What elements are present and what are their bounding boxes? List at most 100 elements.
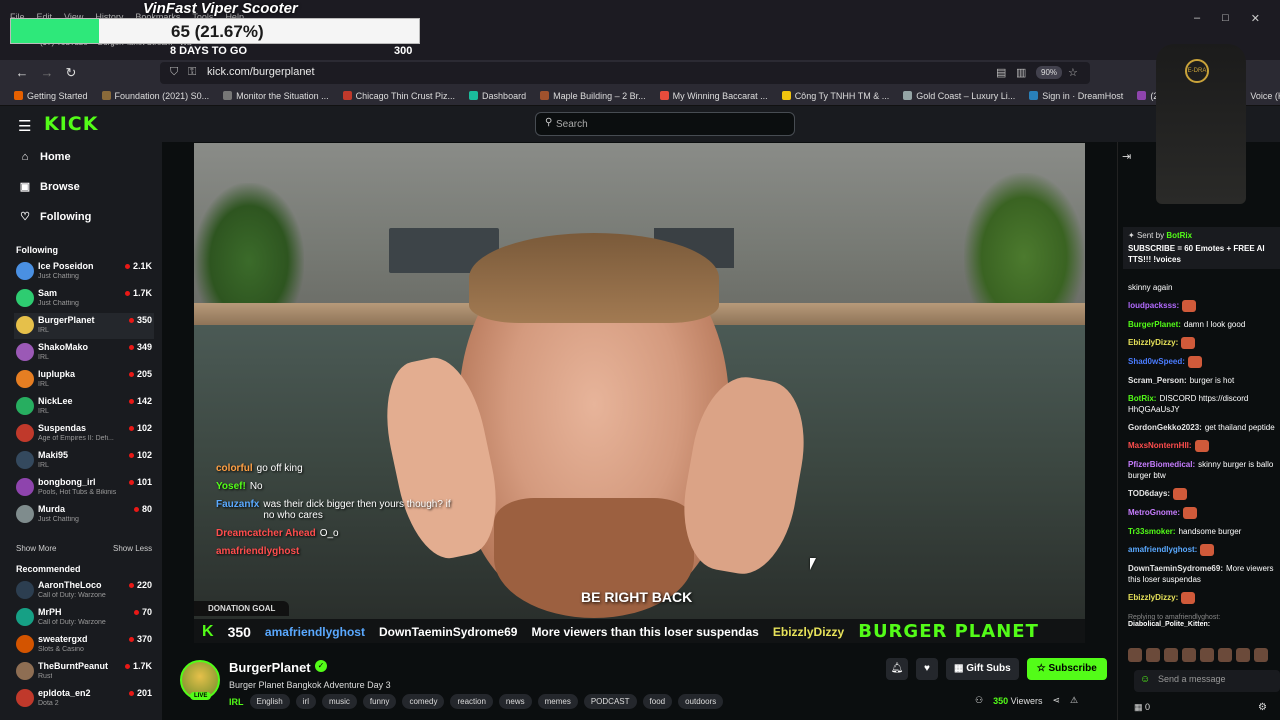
menu-icon[interactable]: ☰ xyxy=(18,117,31,135)
sidebar-channel[interactable]: Suspendas Age of Empires II: Defi... 102 xyxy=(14,421,154,447)
sidebar-channel[interactable]: bongbong_irl Pools, Hot Tubs & Bikinis 101 xyxy=(14,475,154,501)
subscribe-button[interactable]: ☆ Subscribe xyxy=(1026,658,1107,680)
channel-category: Slots & Casino xyxy=(38,646,84,653)
bookmark-item[interactable]: My Winning Baccarat ... xyxy=(659,91,768,101)
kick-logo[interactable]: KICK xyxy=(44,113,98,135)
maximize-icon[interactable]: □ xyxy=(1222,12,1229,25)
sidebar-channel[interactable]: Murda Just Chatting 80 xyxy=(14,502,154,528)
sidebar-item-browse[interactable]: ▣ Browse xyxy=(18,180,80,194)
sidebar-channel[interactable]: ShakoMako IRL 349 xyxy=(14,340,154,366)
follow-heart-icon[interactable]: ♥ xyxy=(916,658,938,680)
shield-icon[interactable]: ⛉ xyxy=(170,66,178,79)
search-input[interactable] xyxy=(556,116,776,132)
tag-chip[interactable]: reaction xyxy=(450,694,493,709)
report-icon[interactable]: ⚠ xyxy=(1070,695,1078,706)
sidebar-channel[interactable]: BurgerPlanet IRL 350 xyxy=(14,313,154,339)
sidebar-channel[interactable]: MrPH Call of Duty: Warzone 70 xyxy=(14,605,154,631)
emote-picker-icon[interactable]: ☺ xyxy=(1140,674,1150,685)
show-less-link[interactable]: Show Less xyxy=(113,544,152,553)
bookmark-item[interactable]: Công Ty TNHH TM & ... xyxy=(781,91,889,101)
chat-username[interactable]: BotRix: xyxy=(1128,394,1156,403)
chat-username[interactable]: DownTaeminSydrome69: xyxy=(1128,564,1223,573)
sidebar-channel[interactable]: epldota_en2 Dota 2 201 xyxy=(14,686,154,712)
tag-chip[interactable]: memes xyxy=(537,694,578,709)
category-link[interactable]: IRL xyxy=(229,697,244,707)
sidebar-item-home[interactable]: ⌂ Home xyxy=(18,151,71,163)
chat-username[interactable]: TOD6days: xyxy=(1128,489,1170,498)
tag-chip[interactable]: PODCAST xyxy=(583,694,637,709)
chat-username[interactable]: MaxsNonternHII: xyxy=(1128,441,1192,450)
tag-chip[interactable]: music xyxy=(321,694,357,709)
sidebar-channel[interactable]: sweatergxd Slots & Casino 370 xyxy=(14,632,154,658)
emote-icon[interactable] xyxy=(1128,648,1142,662)
sidebar-channel[interactable]: NickLee IRL 142 xyxy=(14,394,154,420)
sidebar-channel[interactable]: AaronTheLoco Call of Duty: Warzone 220 xyxy=(14,578,154,604)
tag-chip[interactable]: irl xyxy=(295,694,316,709)
emote-icon[interactable] xyxy=(1182,648,1196,662)
tag-chip[interactable]: funny xyxy=(362,694,397,709)
chat-username[interactable]: MetroGnome: xyxy=(1128,508,1180,517)
bookmark-item[interactable]: Monitor the Situation ... xyxy=(223,91,329,101)
tag-chip[interactable]: comedy xyxy=(402,694,445,709)
chat-username[interactable]: BurgerPlanet: xyxy=(1128,320,1181,329)
bookmark-item[interactable]: Foundation (2021) S0... xyxy=(101,91,209,101)
chat-input-box[interactable]: ☺ xyxy=(1134,670,1280,692)
bookmark-item[interactable]: Gold Coast – Luxury Li... xyxy=(903,91,1015,101)
zoom-level[interactable]: 90% xyxy=(1036,66,1063,79)
search-box[interactable]: ⚲ xyxy=(535,112,795,136)
chat-username[interactable]: loudpacksss: xyxy=(1128,301,1179,310)
tag-chip[interactable]: English xyxy=(249,694,290,709)
url-text[interactable]: kick.com/burgerplanet xyxy=(207,66,315,78)
show-more-link[interactable]: Show More xyxy=(16,544,56,553)
chat-username[interactable]: Shad0wSpeed: xyxy=(1128,357,1185,366)
chat-username[interactable]: amafriendlyghost: xyxy=(1128,545,1197,554)
picture-icon[interactable]: ▤ xyxy=(996,66,1006,79)
sidebar-item-following[interactable]: ♡ Following xyxy=(18,210,91,224)
chat-username[interactable]: PfizerBiomedical: xyxy=(1128,460,1195,469)
reload-icon[interactable]: ↻ xyxy=(63,65,79,81)
bookmark-item[interactable]: Getting Started xyxy=(14,91,88,101)
reader-icon[interactable]: ▥ xyxy=(1016,66,1026,79)
tag-chip[interactable]: outdoors xyxy=(678,694,724,709)
bookmark-item[interactable]: Sign in · DreamHost xyxy=(1029,91,1123,101)
close-icon[interactable]: ✕ xyxy=(1251,12,1260,25)
chat-username[interactable]: EbizzlyDizzy: xyxy=(1128,593,1178,602)
back-icon[interactable]: ← xyxy=(14,65,30,81)
tag-chip[interactable]: food xyxy=(642,694,673,709)
sidebar-channel[interactable]: Maki95 IRL 102 xyxy=(14,448,154,474)
bookmark-item[interactable]: Maple Building – 2 Br... xyxy=(540,91,646,101)
settings-icon[interactable]: ⚙ xyxy=(1258,702,1267,713)
sidebar-channel[interactable]: Ice Poseidon Just Chatting 2.1K xyxy=(14,259,154,285)
chat-input[interactable] xyxy=(1158,674,1274,684)
emote-icon[interactable] xyxy=(1164,648,1178,662)
forward-icon[interactable]: → xyxy=(39,65,55,81)
bookmark-item[interactable]: Chicago Thin Crust Piz... xyxy=(342,91,455,101)
chat-username[interactable]: Tr33smoker: xyxy=(1128,527,1176,536)
gift-subs-button[interactable]: ▦ Gift Subs xyxy=(946,658,1019,680)
lock-icon[interactable]: ⚿ xyxy=(188,66,196,79)
chat-username[interactable]: Scram_Person: xyxy=(1128,376,1187,385)
star-icon[interactable]: ☆ xyxy=(1068,66,1078,79)
chat-username[interactable]: EbizzlyDizzy: xyxy=(1128,338,1178,347)
minimize-icon[interactable]: – xyxy=(1194,12,1200,25)
bookmark-item[interactable]: Dashboard xyxy=(469,91,526,101)
share-icon[interactable]: ⋖ xyxy=(1052,695,1060,706)
video-player[interactable]: colorful go off king Yosef! No Fauzanfx was t… xyxy=(194,143,1085,619)
gift-icon[interactable]: ▦ xyxy=(1134,702,1145,712)
streamer-name[interactable]: BurgerPlanet xyxy=(229,660,311,675)
emote-icon[interactable] xyxy=(1218,648,1232,662)
emote-icon[interactable] xyxy=(1236,648,1250,662)
channel-category: IRL xyxy=(38,462,49,469)
tag-chip[interactable]: news xyxy=(498,694,532,709)
notification-bell-icon[interactable]: 🔔︎ xyxy=(886,658,908,680)
chat-username[interactable]: GordonGekko2023: xyxy=(1128,423,1202,432)
emote-icon[interactable] xyxy=(1146,648,1160,662)
sidebar-channel[interactable]: luplupka IRL 205 xyxy=(14,367,154,393)
collapse-chat-icon[interactable]: ⇥ xyxy=(1122,150,1131,163)
address-bar[interactable]: ⛉ ⚿ kick.com/burgerplanet ▤ ▥ 90% ☆ xyxy=(160,62,1090,84)
sidebar-channel[interactable]: TheBurntPeanut Rust 1.7K xyxy=(14,659,154,685)
viewer-count-label: Viewers xyxy=(1010,695,1043,706)
sidebar-channel[interactable]: Sam Just Chatting 1.7K xyxy=(14,286,154,312)
emote-icon[interactable] xyxy=(1254,648,1268,662)
emote-icon[interactable] xyxy=(1200,648,1214,662)
